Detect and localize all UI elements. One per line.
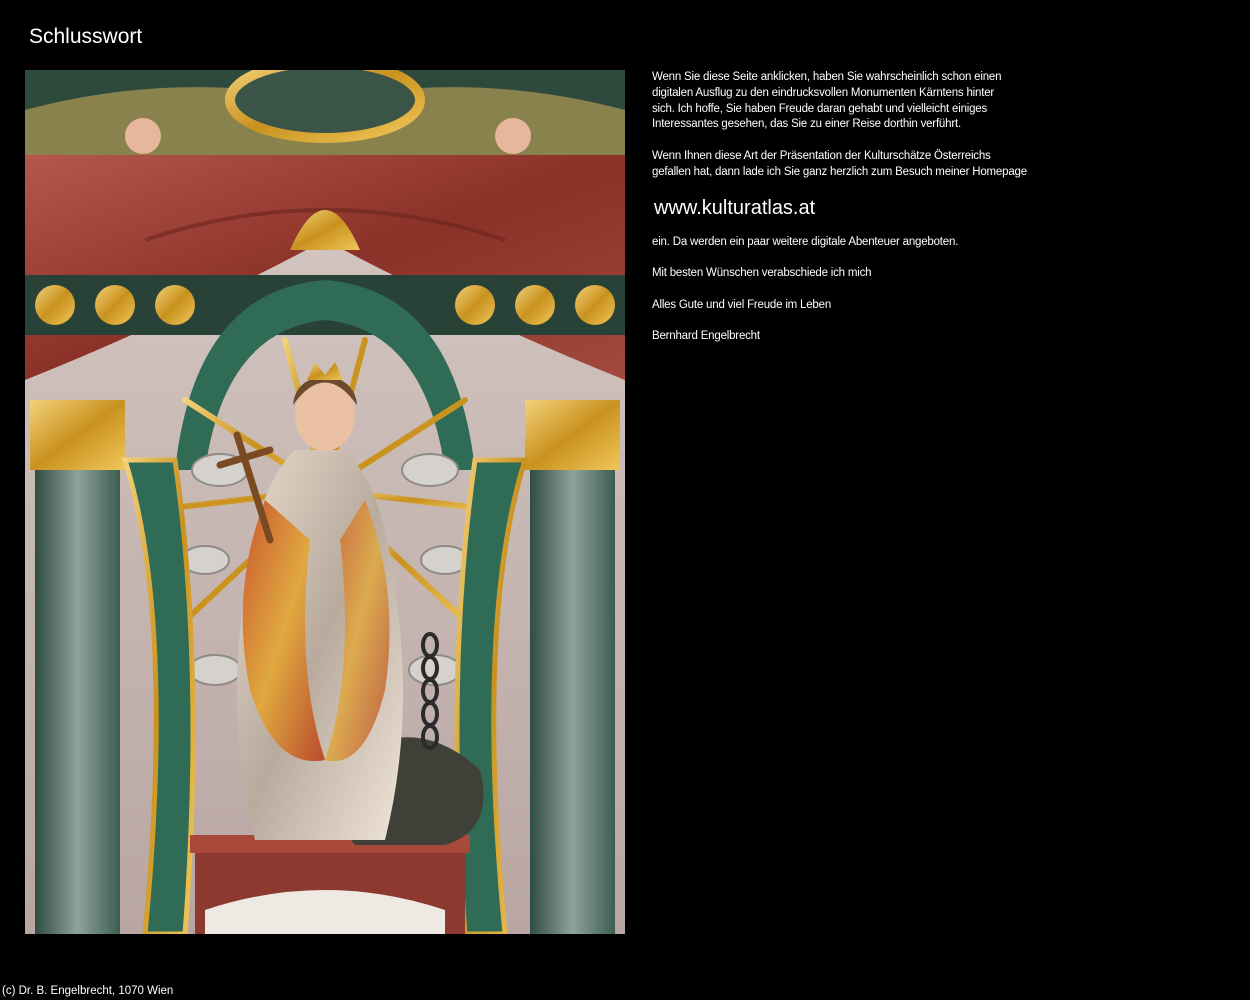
copyright-footer: (c) Dr. B. Engelbrecht, 1070 Wien: [2, 985, 174, 997]
page-title: Schlusswort: [29, 25, 143, 48]
invite-paragraph: Wenn Ihnen diese Art der Präsentation de…: [652, 149, 1102, 181]
homepage-link[interactable]: www.kulturatlas.at: [654, 195, 1102, 221]
intro-line: sich. Ich hoffe, Sie haben Freude daran …: [652, 102, 988, 115]
farewell-text: Mit besten Wünschen verabschiede ich mic…: [652, 267, 872, 280]
intro-paragraph: Wenn Sie diese Seite anklicken, haben Si…: [652, 70, 1102, 133]
altar-photo: [25, 70, 625, 934]
intro-line: digitalen Ausflug zu den eindrucksvollen…: [652, 86, 995, 99]
invite-line: gefallen hat, dann lade ich Sie ganz her…: [652, 165, 1027, 178]
intro-line: Wenn Sie diese Seite anklicken, haben Si…: [652, 71, 1002, 83]
signature-text: Bernhard Engelbrecht: [652, 330, 760, 343]
page: Schlusswort Wenn Sie diese Seite anklick…: [0, 0, 1250, 1000]
closing-text: Wenn Sie diese Seite anklicken, haben Si…: [652, 70, 1102, 345]
after-link-text: ein. Da werden ein paar weitere digitale…: [652, 235, 959, 248]
invite-line: Wenn Ihnen diese Art der Präsentation de…: [652, 149, 991, 162]
wishes-text: Alles Gute und viel Freude im Leben: [652, 298, 832, 311]
intro-line: Interessantes gesehen, das Sie zu einer …: [652, 118, 961, 131]
